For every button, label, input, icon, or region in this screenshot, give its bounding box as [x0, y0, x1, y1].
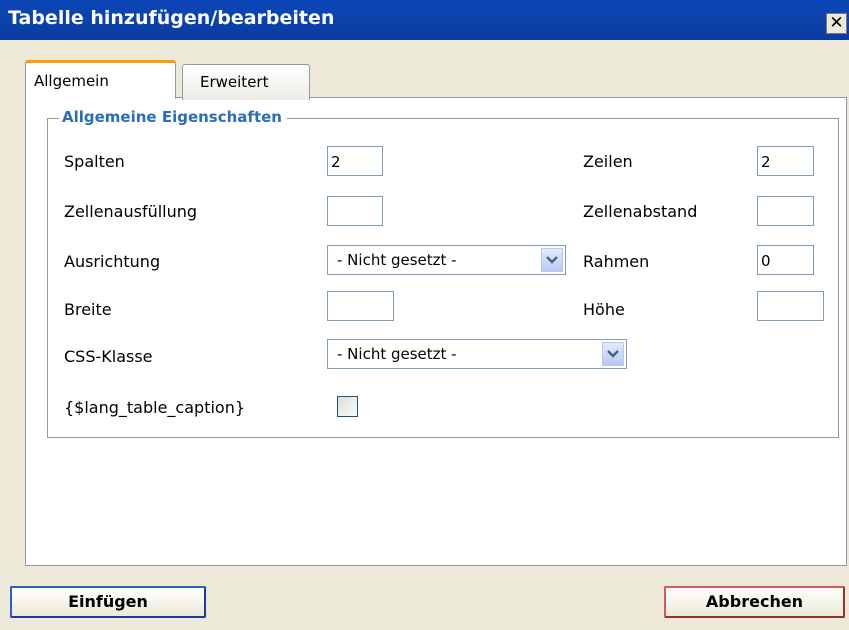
chevron-down-icon: [546, 256, 558, 264]
tab-erweitert-label: Erweitert: [200, 73, 269, 91]
insert-button[interactable]: Einfügen: [10, 586, 206, 618]
css-class-dropdown-button[interactable]: [602, 342, 624, 366]
general-properties-fieldset: [47, 118, 839, 438]
tab-allgemein[interactable]: Allgemein: [25, 60, 176, 99]
cellpadding-input[interactable]: [327, 196, 383, 226]
title-bar: Tabelle hinzufügen/bearbeiten ✕: [0, 0, 849, 40]
caption-checkbox[interactable]: [337, 396, 358, 417]
general-properties-legend: Allgemeine Eigenschaften: [59, 108, 287, 126]
width-label: Breite: [64, 300, 112, 319]
css-class-select[interactable]: - Nicht gesetzt -: [327, 339, 627, 369]
tab-allgemein-label: Allgemein: [34, 72, 109, 90]
window-title: Tabelle hinzufügen/bearbeiten: [8, 7, 335, 29]
cellspacing-input[interactable]: [757, 196, 814, 226]
height-label: Höhe: [583, 300, 625, 319]
rows-input[interactable]: 2: [757, 146, 814, 176]
cellpadding-label: Zellenausfüllung: [64, 202, 198, 221]
align-select-value: - Nicht gesetzt -: [337, 251, 457, 269]
css-class-label: CSS-Klasse: [64, 347, 153, 366]
css-class-select-value: - Nicht gesetzt -: [337, 345, 457, 363]
tab-erweitert[interactable]: Erweitert: [182, 64, 310, 100]
chevron-down-icon: [607, 350, 619, 358]
border-input[interactable]: 0: [757, 245, 814, 275]
columns-label: Spalten: [64, 152, 125, 171]
align-label: Ausrichtung: [64, 252, 161, 271]
columns-input[interactable]: 2: [327, 146, 383, 176]
cancel-button[interactable]: Abbrechen: [664, 586, 845, 618]
align-select[interactable]: - Nicht gesetzt -: [327, 245, 566, 275]
align-dropdown-button[interactable]: [541, 248, 563, 272]
close-icon: ✕: [829, 13, 844, 33]
caption-label: {$lang_table_caption}: [64, 398, 246, 417]
height-input[interactable]: [757, 291, 824, 321]
width-input[interactable]: [327, 291, 394, 321]
border-label: Rahmen: [583, 252, 650, 271]
cellspacing-label: Zellenabstand: [583, 202, 698, 221]
close-button[interactable]: ✕: [826, 13, 847, 34]
rows-label: Zeilen: [583, 152, 633, 171]
